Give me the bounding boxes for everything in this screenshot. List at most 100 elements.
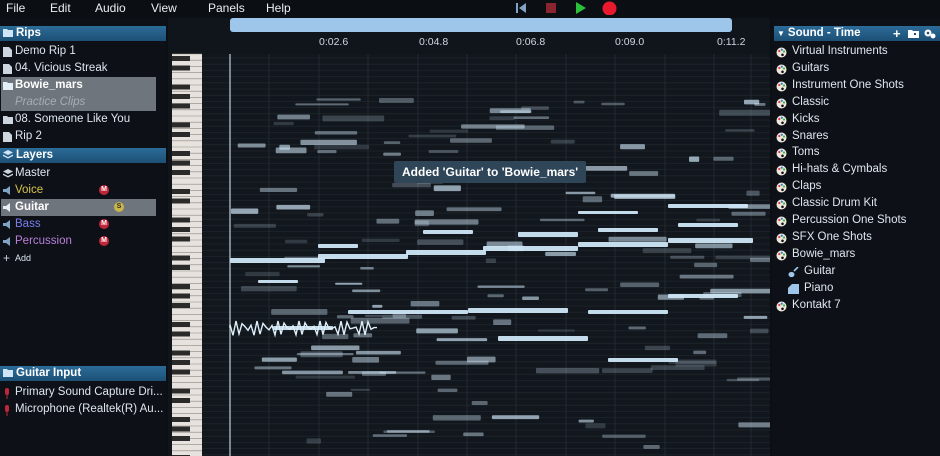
note-mark xyxy=(317,149,337,154)
piano-black-key xyxy=(172,84,190,90)
rip-item-selected[interactable]: Bowie_mars Practice Clips xyxy=(1,77,156,111)
note-mark xyxy=(432,415,481,421)
mute-badge[interactable]: M xyxy=(99,219,109,229)
note-mark xyxy=(361,238,400,243)
spectrogram-canvas[interactable] xyxy=(168,18,770,456)
speaker-icon[interactable] xyxy=(3,203,13,212)
layer-percussion[interactable]: Percussion M xyxy=(0,233,166,250)
note-mark xyxy=(245,271,280,277)
note-mark xyxy=(468,308,568,313)
piano-black-key xyxy=(172,303,190,308)
palette-icon xyxy=(776,216,787,227)
layers-header: Layers xyxy=(0,148,166,163)
note-mark xyxy=(498,336,588,341)
palette-icon xyxy=(776,182,787,193)
sound-item[interactable]: Piano xyxy=(772,280,938,297)
sound-item[interactable]: Claps xyxy=(772,178,938,195)
sound-item[interactable]: Hi-hats & Cymbals xyxy=(772,161,938,178)
sound-item[interactable]: Kicks xyxy=(772,111,938,128)
sound-item[interactable]: Guitars xyxy=(772,60,938,77)
mute-badge[interactable]: M xyxy=(99,236,109,246)
note-mark xyxy=(230,208,259,214)
note-mark xyxy=(545,251,576,256)
palette-icon xyxy=(776,233,787,244)
note-mark xyxy=(259,187,298,193)
sound-item[interactable]: Bowie_mars xyxy=(772,246,938,263)
note-mark xyxy=(679,274,734,279)
note-mark xyxy=(273,121,294,126)
add-icon[interactable]: + xyxy=(893,26,901,41)
menu-audio[interactable]: Audio xyxy=(95,1,126,15)
triangle-down-icon[interactable]: ▼ xyxy=(777,29,785,38)
palette-icon xyxy=(776,301,787,311)
add-layer-button[interactable]: + Add xyxy=(0,250,166,267)
play-icon[interactable] xyxy=(574,1,587,15)
rip-item[interactable]: 04. Vicious Streak xyxy=(0,60,166,77)
sound-item[interactable]: Classic Drum Kit xyxy=(772,195,938,212)
sound-item[interactable]: Guitar xyxy=(772,263,938,280)
piano-black-key xyxy=(172,236,190,242)
sound-item[interactable]: SFX One Shots xyxy=(772,229,938,246)
rip-item[interactable]: Demo Rip 1 xyxy=(0,43,166,60)
spectrogram-view[interactable]: 0:02.6 0:04.8 0:06.8 0:09.0 0:11.2 Added… xyxy=(168,18,770,456)
record-icon[interactable] xyxy=(602,1,617,15)
menu-help[interactable]: Help xyxy=(266,1,291,15)
note-mark xyxy=(311,345,360,351)
input-device[interactable]: Microphone (Realtek(R) Au... xyxy=(0,401,166,418)
speaker-icon[interactable] xyxy=(3,186,13,195)
layer-master[interactable]: Master xyxy=(0,165,166,182)
note-mark xyxy=(446,207,502,212)
layer-guitar[interactable]: Guitar S xyxy=(1,199,156,216)
layers-icon xyxy=(3,150,13,159)
piano-black-key xyxy=(172,417,190,422)
piano-black-key xyxy=(172,94,190,99)
note-mark xyxy=(271,309,328,315)
sound-item[interactable]: Toms xyxy=(772,144,938,161)
folder-icon xyxy=(3,369,13,377)
note-mark xyxy=(513,116,550,120)
layer-voice[interactable]: Voice M xyxy=(0,182,166,199)
note-mark xyxy=(644,345,671,351)
menu-view[interactable]: View xyxy=(151,1,177,15)
note-mark xyxy=(585,288,609,292)
settings-icon[interactable] xyxy=(924,28,936,39)
rip-item[interactable]: Rip 2 xyxy=(0,128,166,145)
note-mark xyxy=(539,218,585,222)
palette-icon xyxy=(776,98,787,109)
speaker-icon[interactable] xyxy=(3,220,13,229)
note-mark xyxy=(364,314,383,317)
sound-item[interactable]: Percussion One Shots xyxy=(772,212,938,229)
note-mark xyxy=(585,423,606,429)
menu-edit[interactable]: Edit xyxy=(50,1,71,15)
file-icon xyxy=(3,64,12,74)
layer-bass[interactable]: Bass M xyxy=(0,216,166,233)
menu-panels[interactable]: Panels xyxy=(208,1,245,15)
rip-item[interactable]: 08. Someone Like You xyxy=(0,111,166,128)
mute-badge[interactable]: M xyxy=(99,185,109,195)
speaker-icon[interactable] xyxy=(3,237,13,246)
note-mark xyxy=(431,374,451,380)
sound-item[interactable]: Classic xyxy=(772,94,938,111)
note-mark xyxy=(743,99,760,105)
sound-item[interactable]: Instrument One Shots xyxy=(772,77,938,94)
solo-badge[interactable]: S xyxy=(114,202,124,212)
piano-black-key xyxy=(172,160,190,166)
sound-item[interactable]: Virtual Instruments xyxy=(772,43,938,60)
note-mark xyxy=(608,358,678,362)
skip-back-icon[interactable] xyxy=(515,1,527,15)
palette-icon xyxy=(776,148,787,159)
stop-icon[interactable] xyxy=(545,1,557,15)
sound-item[interactable]: Snares xyxy=(772,128,938,145)
piano-black-key xyxy=(172,103,190,109)
note-mark xyxy=(322,115,385,122)
input-device[interactable]: Primary Sound Capture Dri... xyxy=(0,384,166,401)
guitar-icon xyxy=(788,266,799,277)
note-mark xyxy=(423,230,473,234)
new-folder-icon[interactable] xyxy=(908,29,919,38)
piano-black-key xyxy=(172,369,190,375)
note-mark xyxy=(668,294,738,298)
sound-item[interactable]: Kontakt 7 xyxy=(772,297,938,314)
menu-file[interactable]: File xyxy=(6,1,25,15)
note-mark xyxy=(719,109,770,116)
note-mark xyxy=(287,265,321,268)
